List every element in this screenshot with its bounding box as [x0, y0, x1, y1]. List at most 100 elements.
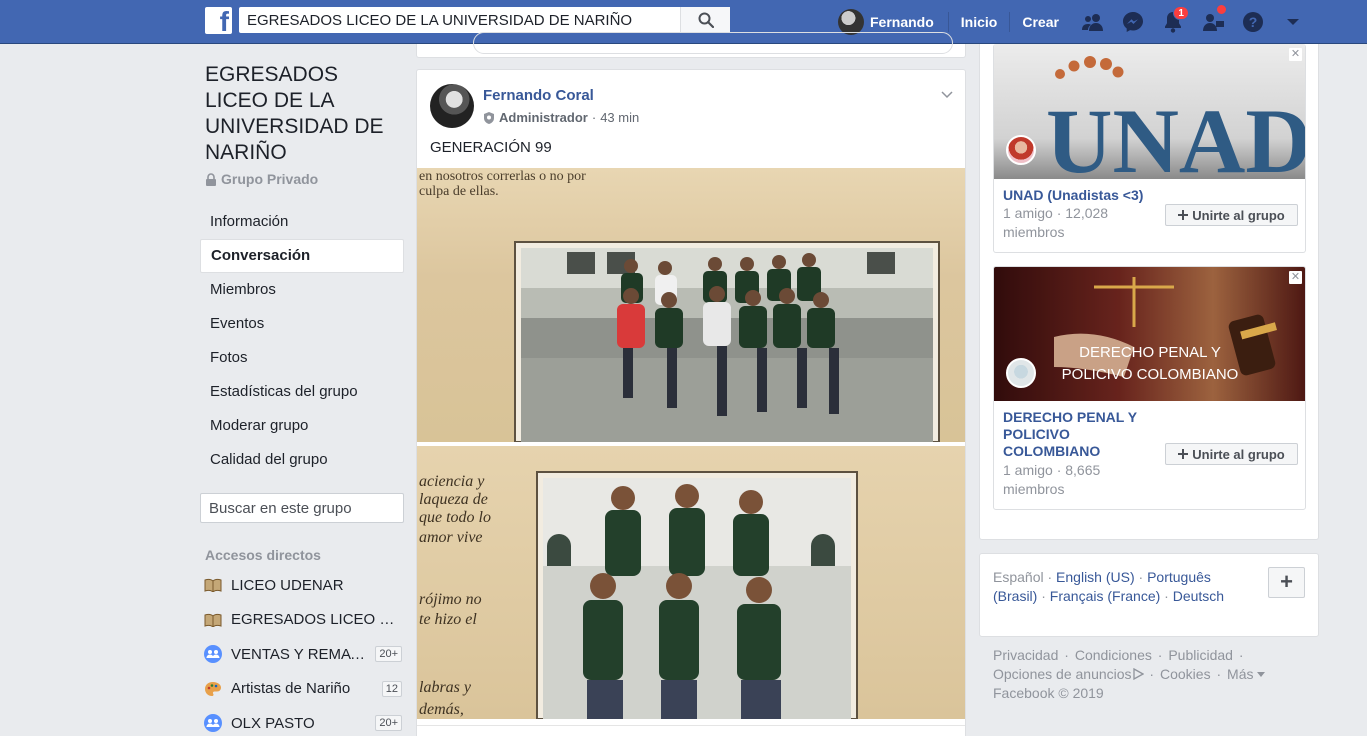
- close-icon[interactable]: ✕: [1289, 271, 1302, 284]
- post-author-role: Administrador: [499, 110, 588, 125]
- notifications-button[interactable]: 1: [1153, 0, 1193, 44]
- shortcut-count: 20+: [375, 646, 402, 663]
- join-button-label: Unirte al grupo: [1192, 446, 1285, 462]
- post-author-name[interactable]: Fernando Coral: [483, 87, 594, 104]
- book-icon: [204, 576, 222, 594]
- photo2-text-line: laqueza de: [419, 491, 488, 508]
- photo2-text-line: que todo lo: [419, 509, 491, 526]
- post-timestamp[interactable]: 43 min: [600, 110, 639, 125]
- shortcut-item[interactable]: VENTAS Y REMATES... 20+: [204, 637, 402, 672]
- group-cover-image[interactable]: DERECHO PENAL Y POLICIVO COLOMBIANO: [994, 267, 1305, 401]
- language-link[interactable]: Deutsch: [1173, 588, 1224, 604]
- shortcut-label: OLX PASTO: [231, 714, 315, 732]
- language-list: Español · English (US) · Português (Bras…: [993, 569, 1225, 604]
- group-avatar: [1006, 135, 1036, 165]
- photo2-text-line: demás,: [419, 701, 464, 718]
- copyright: Facebook © 2019: [993, 685, 1104, 701]
- menu-item-eventos[interactable]: Eventos: [200, 307, 404, 341]
- group-avatar: [1006, 358, 1036, 388]
- create-link[interactable]: Crear: [1009, 12, 1071, 32]
- photo2-text-line: te hizo el: [419, 611, 477, 628]
- shortcut-label: LICEO UDENAR: [231, 576, 344, 594]
- current-language: Español: [993, 569, 1044, 585]
- photo1-caption-line1: en nosotros correrlas o no por: [419, 169, 586, 184]
- lock-icon: [206, 172, 216, 186]
- join-group-button[interactable]: Unirte al grupo: [1165, 204, 1298, 226]
- privacy-label: Grupo Privado: [221, 171, 319, 187]
- search-button[interactable]: [680, 7, 730, 33]
- search-icon: [698, 12, 714, 28]
- group-title[interactable]: EGRESADOS LICEO DE LA UNIVERSIDAD DE NAR…: [205, 62, 405, 166]
- group-search-input[interactable]: [201, 499, 408, 517]
- shortcuts-title: Accesos directos: [205, 547, 321, 563]
- footer-link-cookies[interactable]: Cookies: [1160, 666, 1211, 682]
- admin-badge-icon: [484, 111, 494, 124]
- ad-image-text: POLICIVO COLOMBIANO: [1062, 366, 1239, 383]
- svg-text:?: ?: [1249, 14, 1258, 30]
- home-link[interactable]: Inicio: [947, 12, 1010, 32]
- ad-choices-icon: [1132, 667, 1144, 681]
- facebook-logo-icon[interactable]: f: [205, 7, 232, 34]
- post-options-button[interactable]: [941, 86, 953, 104]
- post-photo-2[interactable]: aciencia y laqueza de que todo lo amor v…: [417, 446, 965, 719]
- palette-icon: [204, 680, 222, 698]
- footer-link-terms[interactable]: Condiciones: [1075, 647, 1152, 663]
- post-author-avatar[interactable]: [430, 84, 474, 128]
- friends-icon: [1081, 14, 1103, 31]
- join-button-label: Unirte al grupo: [1192, 207, 1285, 223]
- caret-down-icon: [1256, 672, 1265, 677]
- footer-link-more[interactable]: Más: [1227, 666, 1253, 682]
- footer-link-ad-choices[interactable]: Opciones de anuncios: [993, 666, 1132, 682]
- language-link[interactable]: English (US): [1056, 569, 1135, 585]
- menu-item-fotos[interactable]: Fotos: [200, 341, 404, 375]
- shortcut-count: 20+: [375, 715, 402, 732]
- shortcut-item[interactable]: LICEO UDENAR: [204, 568, 402, 603]
- language-link[interactable]: Français (France): [1050, 588, 1160, 604]
- suggested-group-stats: 1 amigo · 12,028 miembros: [1003, 205, 1109, 240]
- close-icon[interactable]: ✕: [1289, 48, 1302, 61]
- help-button[interactable]: ?: [1233, 0, 1273, 44]
- group-cover-image[interactable]: UNAD: [994, 44, 1306, 192]
- shortcut-item[interactable]: OLX PASTO 20+: [204, 706, 402, 736]
- shortcut-item[interactable]: Artistas de Nariño 12: [204, 672, 402, 707]
- composer-input[interactable]: [473, 32, 953, 54]
- group-privacy: Grupo Privado: [205, 171, 318, 187]
- join-group-button[interactable]: Unirte al grupo: [1165, 443, 1298, 465]
- chevron-down-icon: [941, 91, 953, 99]
- post-text: GENERACIÓN 99: [430, 139, 552, 156]
- footer-link-advertising[interactable]: Publicidad: [1168, 647, 1233, 663]
- account-menu-button[interactable]: [1273, 0, 1313, 44]
- menu-item-calidad[interactable]: Calidad del grupo: [200, 443, 404, 477]
- meta-separator: ·: [591, 110, 597, 125]
- shortcuts-list: LICEO UDENAR EGRESADOS LICEO D... VENTAS…: [204, 568, 402, 736]
- add-language-button[interactable]: +: [1268, 567, 1305, 598]
- menu-item-estadisticas[interactable]: Estadísticas del grupo: [200, 375, 404, 409]
- photo2-text-line: labras y: [419, 679, 472, 696]
- menu-item-conversacion[interactable]: Conversación: [200, 239, 404, 273]
- global-search-input[interactable]: [239, 8, 680, 32]
- groups-dot-badge: [1215, 4, 1227, 15]
- composer-remnant: [416, 32, 966, 58]
- menu-item-moderar[interactable]: Moderar grupo: [200, 409, 404, 443]
- help-icon: ?: [1242, 12, 1263, 32]
- post-meta: Administrador · 43 min: [483, 110, 639, 125]
- photo2-text-line: amor vive: [419, 529, 483, 546]
- friend-requests-button[interactable]: [1073, 0, 1113, 44]
- messenger-button[interactable]: [1113, 0, 1153, 44]
- suggested-group-name[interactable]: DERECHO PENAL Y POLICIVO COLOMBIANO: [1003, 409, 1153, 460]
- photo2-text-line: aciencia y: [419, 473, 485, 490]
- post-photo-1[interactable]: en nosotros correrlas o no por culpa de …: [417, 168, 965, 442]
- suggested-group-stats: 1 amigo · 8,665 miembros: [1003, 462, 1101, 497]
- unad-logo-text: UNAD: [1046, 90, 1306, 179]
- book-icon: [204, 611, 222, 629]
- suggested-group-name[interactable]: UNAD (Unadistas <3): [1003, 187, 1153, 204]
- shortcut-label: Artistas de Nariño: [231, 680, 351, 698]
- suggested-group-card: UNAD ✕ UNAD (Unadistas <3) 1 amigo · 12,…: [993, 44, 1306, 253]
- footer: Privacidad · Condiciones · Publicidad · …: [993, 646, 1293, 703]
- menu-item-informacion[interactable]: Información: [200, 205, 404, 239]
- shortcut-label: EGRESADOS LICEO D...: [231, 611, 402, 629]
- footer-link-privacy[interactable]: Privacidad: [993, 647, 1058, 663]
- groups-button[interactable]: [1193, 0, 1233, 44]
- shortcut-item[interactable]: EGRESADOS LICEO D...: [204, 603, 402, 638]
- menu-item-miembros[interactable]: Miembros: [200, 273, 404, 307]
